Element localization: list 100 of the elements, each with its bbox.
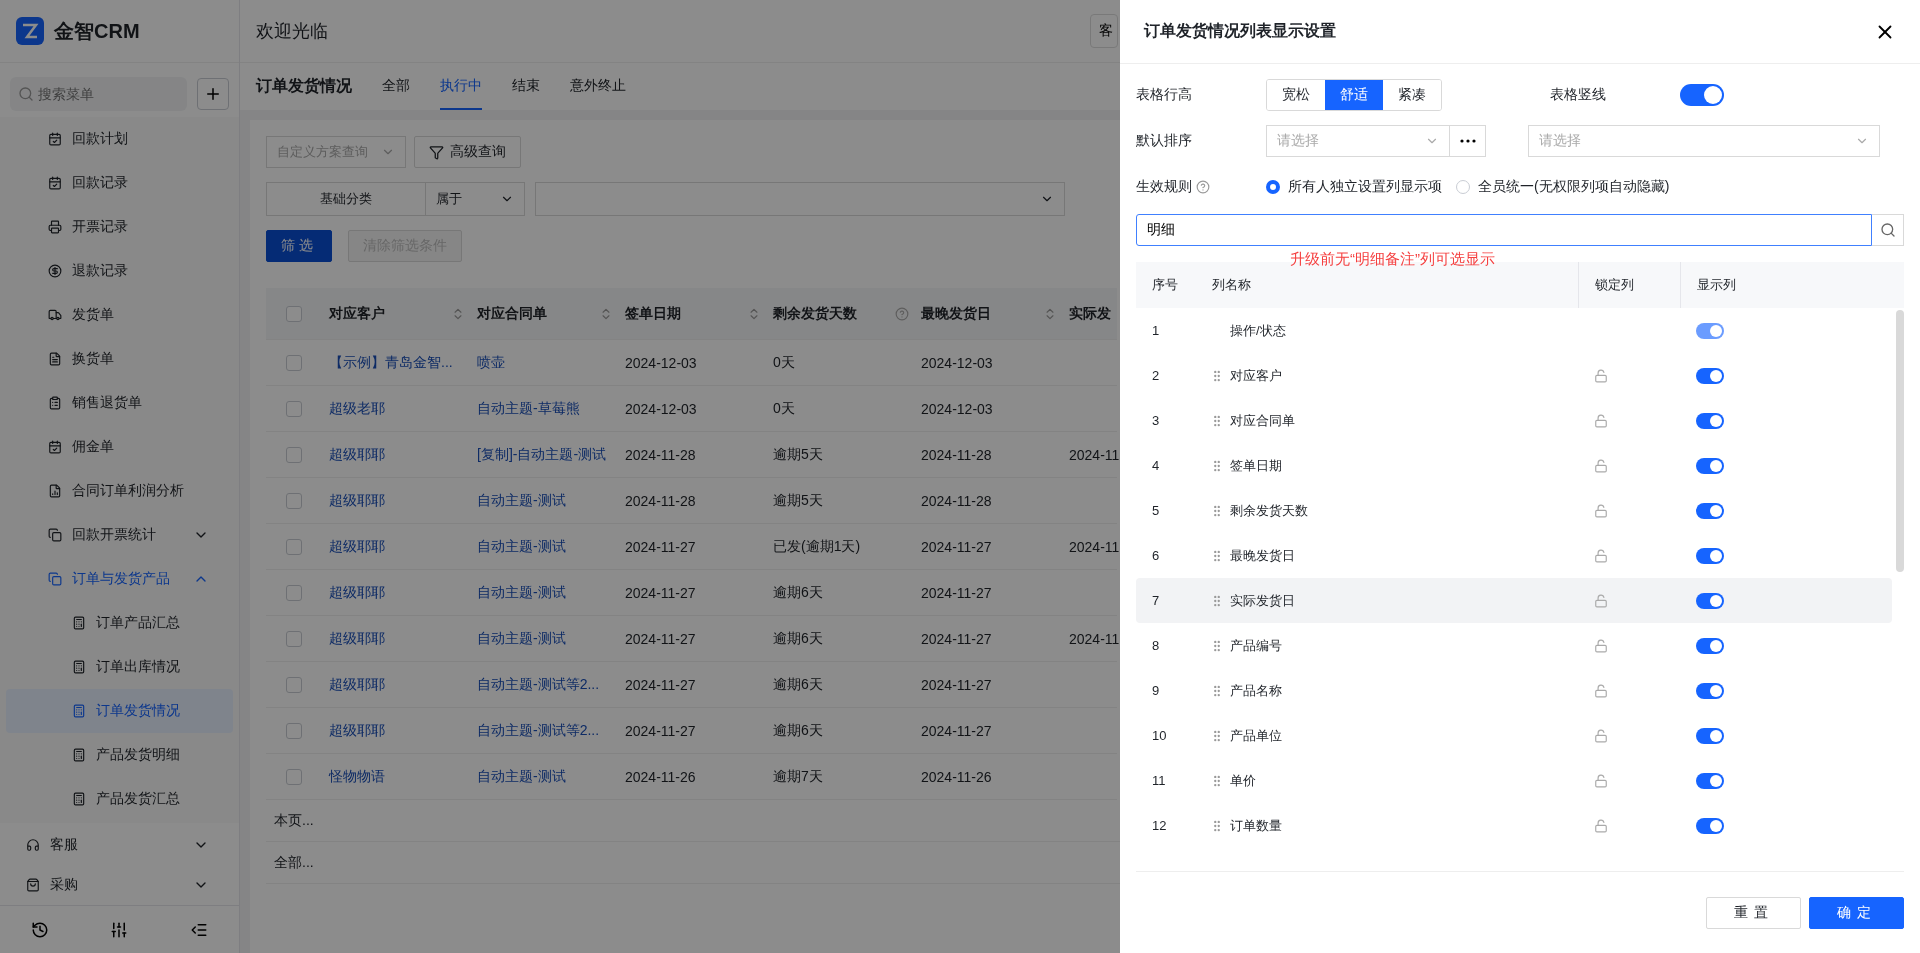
table-link[interactable]: 超级耶耶: [321, 662, 469, 708]
column-header[interactable]: 实际发: [1061, 288, 1117, 340]
menu-item[interactable]: 订单产品汇总: [6, 601, 233, 645]
menu-item[interactable]: 回款记录: [6, 161, 233, 205]
menu-item[interactable]: 订单发货情况: [6, 689, 233, 733]
menu-item[interactable]: 退款记录: [6, 249, 233, 293]
unlock-icon[interactable]: [1594, 638, 1608, 653]
menu-item[interactable]: 发货单: [6, 293, 233, 337]
table-link[interactable]: 超级耶耶: [321, 570, 469, 616]
column-row[interactable]: 1 操作/状态: [1136, 308, 1892, 353]
column-row[interactable]: 4 签单日期: [1136, 443, 1892, 488]
table-link[interactable]: 超级耶耶: [321, 616, 469, 662]
checkbox[interactable]: [285, 305, 302, 322]
toggle-switch[interactable]: [1696, 772, 1724, 789]
operator-select[interactable]: 属于: [426, 182, 525, 216]
unlock-icon[interactable]: [1594, 773, 1608, 788]
row-height-option[interactable]: 舒适: [1325, 80, 1383, 110]
checkbox[interactable]: [285, 538, 302, 555]
radio-button[interactable]: [1266, 180, 1280, 194]
table-link[interactable]: 超级耶耶: [321, 432, 469, 478]
column-row[interactable]: 10 产品单位: [1136, 713, 1892, 758]
column-row[interactable]: 8 产品编号: [1136, 623, 1892, 668]
toggle-switch[interactable]: [1696, 367, 1724, 384]
table-link[interactable]: 超级耶耶: [321, 708, 469, 754]
menu-item[interactable]: 客服: [6, 823, 233, 867]
unlock-icon[interactable]: [1594, 683, 1608, 698]
reset-button[interactable]: 重置: [1706, 896, 1801, 929]
column-header[interactable]: 对应合同单: [469, 288, 617, 340]
column-row[interactable]: 7 实际发货日: [1136, 578, 1892, 623]
status-tab[interactable]: 意外终止: [570, 63, 626, 110]
table-link[interactable]: 超级老耶: [321, 386, 469, 432]
toggle-switch[interactable]: [1696, 682, 1724, 699]
menu-search-field[interactable]: 搜索菜单: [10, 77, 187, 111]
table-link[interactable]: 自动主题-测试等2...: [469, 662, 617, 708]
table-link[interactable]: 自动主题-测试: [469, 478, 617, 524]
menu-item[interactable]: 回款计划: [6, 117, 233, 161]
checkbox[interactable]: [285, 630, 302, 647]
unlock-icon[interactable]: [1594, 548, 1608, 563]
column-header[interactable]: 对应客户: [321, 288, 469, 340]
advanced-query-button[interactable]: 高级查询: [414, 136, 521, 168]
column-header[interactable]: 最晚发货日: [913, 288, 1061, 340]
table-link[interactable]: 自动主题-测试: [469, 754, 617, 800]
column-row[interactable]: 6 最晚发货日: [1136, 533, 1892, 578]
column-row[interactable]: 9 产品名称: [1136, 668, 1892, 713]
toggle-switch[interactable]: [1696, 637, 1724, 654]
table-link[interactable]: 怪物物语: [321, 754, 469, 800]
status-tab[interactable]: 全部: [382, 63, 410, 110]
menu-item[interactable]: 产品发货汇总: [6, 777, 233, 821]
toggle-switch[interactable]: [1696, 502, 1724, 519]
menu-item[interactable]: 销售退货单: [6, 381, 233, 425]
table-link[interactable]: 自动主题-测试等2...: [469, 708, 617, 754]
column-header[interactable]: 签单日期: [617, 288, 765, 340]
column-row[interactable]: 3 对应合同单: [1136, 398, 1892, 443]
table-link[interactable]: 【示例】青岛金智...: [321, 340, 469, 386]
checkbox[interactable]: [285, 446, 302, 463]
toggle-switch[interactable]: [1696, 817, 1724, 834]
unlock-icon[interactable]: [1594, 368, 1608, 383]
add-button[interactable]: [197, 78, 229, 110]
checkbox[interactable]: [285, 492, 302, 509]
menu-item[interactable]: 合同订单利润分析: [6, 469, 233, 513]
table-link[interactable]: 自动主题-测试: [469, 524, 617, 570]
toggle-switch[interactable]: [1696, 322, 1724, 339]
unlock-icon[interactable]: [1594, 458, 1608, 473]
unlock-icon[interactable]: [1594, 593, 1608, 608]
unlock-icon[interactable]: [1594, 413, 1608, 428]
table-link[interactable]: 自动主题-测试: [469, 570, 617, 616]
table-link[interactable]: 超级耶耶: [321, 524, 469, 570]
table-link[interactable]: 喷壶: [469, 340, 617, 386]
toggle-switch[interactable]: [1696, 592, 1724, 609]
column-search-field[interactable]: 明细: [1136, 214, 1872, 246]
table-link[interactable]: 超级耶耶: [321, 478, 469, 524]
confirm-button[interactable]: 确定: [1809, 896, 1904, 929]
menu-item[interactable]: 订单出库情况: [6, 645, 233, 689]
table-link[interactable]: [复制]-自动主题-测试: [469, 432, 617, 478]
menu-item[interactable]: 佣金单: [6, 425, 233, 469]
table-link[interactable]: 自动主题-草莓熊: [469, 386, 617, 432]
unlock-icon[interactable]: [1594, 728, 1608, 743]
column-row[interactable]: 2 对应客户: [1136, 353, 1892, 398]
table-link[interactable]: 自动主题-测试: [469, 616, 617, 662]
status-tab[interactable]: 执行中: [440, 63, 482, 110]
menu-item[interactable]: 产品发货明细: [6, 733, 233, 777]
toggle-switch[interactable]: [1680, 84, 1724, 106]
unlock-icon[interactable]: [1594, 503, 1608, 518]
menu-item[interactable]: 换货单: [6, 337, 233, 381]
history-icon[interactable]: [30, 920, 49, 939]
sliders-icon[interactable]: [110, 920, 129, 939]
header-button[interactable]: 客: [1090, 14, 1118, 48]
status-tab[interactable]: 结束: [512, 63, 540, 110]
column-row[interactable]: 11 单价: [1136, 758, 1892, 803]
checkbox[interactable]: [285, 676, 302, 693]
menu-item[interactable]: 开票记录: [6, 205, 233, 249]
filter-button[interactable]: 筛选: [266, 230, 332, 262]
checkbox[interactable]: [285, 722, 302, 739]
column-row[interactable]: 5 剩余发货天数: [1136, 488, 1892, 533]
toggle-switch[interactable]: [1696, 547, 1724, 564]
menu-item[interactable]: 订单与发货产品: [6, 557, 233, 601]
search-icon[interactable]: [1872, 214, 1904, 246]
menu-item[interactable]: 采购: [6, 867, 233, 903]
toggle-switch[interactable]: [1696, 727, 1724, 744]
more-icon[interactable]: [1450, 125, 1486, 157]
